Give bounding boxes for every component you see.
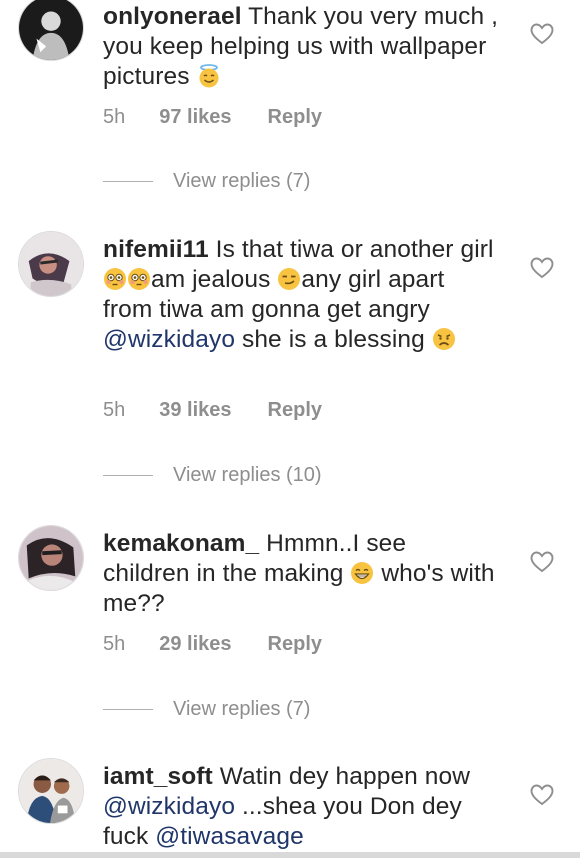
comment-text: Is that tiwa or another girl	[208, 236, 494, 263]
avatar[interactable]	[18, 525, 84, 591]
smiling-face-with-halo-icon	[197, 64, 221, 88]
flushed-face-icon	[103, 267, 127, 291]
heart-outline-icon[interactable]	[530, 551, 554, 573]
avatar[interactable]	[18, 758, 84, 824]
view-replies-button[interactable]: View replies (10)	[103, 464, 322, 487]
view-replies-button[interactable]: View replies (7)	[103, 170, 310, 193]
comment-timestamp: 5h	[103, 633, 126, 655]
likes-count[interactable]: 39 likes	[159, 399, 231, 422]
heart-outline-icon[interactable]	[530, 257, 554, 279]
comment-body: onlyonerael Thank you very much , you ke…	[103, 2, 498, 92]
mention-link[interactable]: @tiwasavage	[155, 823, 304, 850]
comment-body: nifemii11 Is that tiwa or another girl a…	[103, 235, 498, 355]
divider	[103, 709, 153, 711]
mention-link[interactable]: @wizkidayo	[103, 793, 235, 820]
comment-body: iamt_soft Watin dey happen now @wizkiday…	[103, 762, 498, 852]
comment-meta: 5h 97 likes Reply	[103, 106, 322, 129]
smirking-face-icon	[277, 267, 301, 291]
comment-body: kemakonam_ Hmmn..I see children in the m…	[103, 529, 498, 619]
heart-outline-icon[interactable]	[530, 784, 554, 806]
comment-text: she is a blessing	[235, 326, 432, 353]
comment-timestamp: 5h	[103, 106, 126, 128]
comment-meta: 5h 39 likes Reply	[103, 399, 322, 422]
view-replies-label: View replies (10)	[173, 464, 322, 486]
comment-username[interactable]: iamt_soft	[103, 763, 213, 790]
disappointed-face-icon	[432, 327, 456, 351]
comment-meta: 5h 29 likes Reply	[103, 633, 322, 656]
heart-outline-icon[interactable]	[530, 23, 554, 45]
mention-link[interactable]: @wizkidayo	[103, 326, 235, 353]
reply-button[interactable]: Reply	[268, 106, 322, 129]
comment-username[interactable]: nifemii11	[103, 236, 209, 263]
likes-count[interactable]: 97 likes	[159, 106, 231, 129]
view-replies-button[interactable]: View replies (7)	[103, 698, 310, 721]
grinning-face-icon	[350, 561, 374, 585]
comment-username[interactable]: kemakonam_	[103, 530, 259, 557]
likes-count[interactable]: 29 likes	[159, 633, 231, 656]
divider	[103, 475, 153, 477]
flushed-face-icon	[127, 267, 151, 291]
reply-button[interactable]: Reply	[268, 633, 322, 656]
avatar[interactable]	[18, 231, 84, 297]
divider	[103, 181, 153, 183]
avatar[interactable]	[18, 0, 84, 61]
comment-text: am jealous	[151, 266, 278, 293]
bottom-edge-divider	[0, 852, 580, 858]
comment-username[interactable]: onlyonerael	[103, 3, 242, 30]
comment-timestamp: 5h	[103, 399, 126, 421]
view-replies-label: View replies (7)	[173, 170, 311, 192]
reply-button[interactable]: Reply	[268, 399, 322, 422]
view-replies-label: View replies (7)	[173, 698, 311, 720]
comment-text: Watin dey happen now	[212, 763, 471, 790]
